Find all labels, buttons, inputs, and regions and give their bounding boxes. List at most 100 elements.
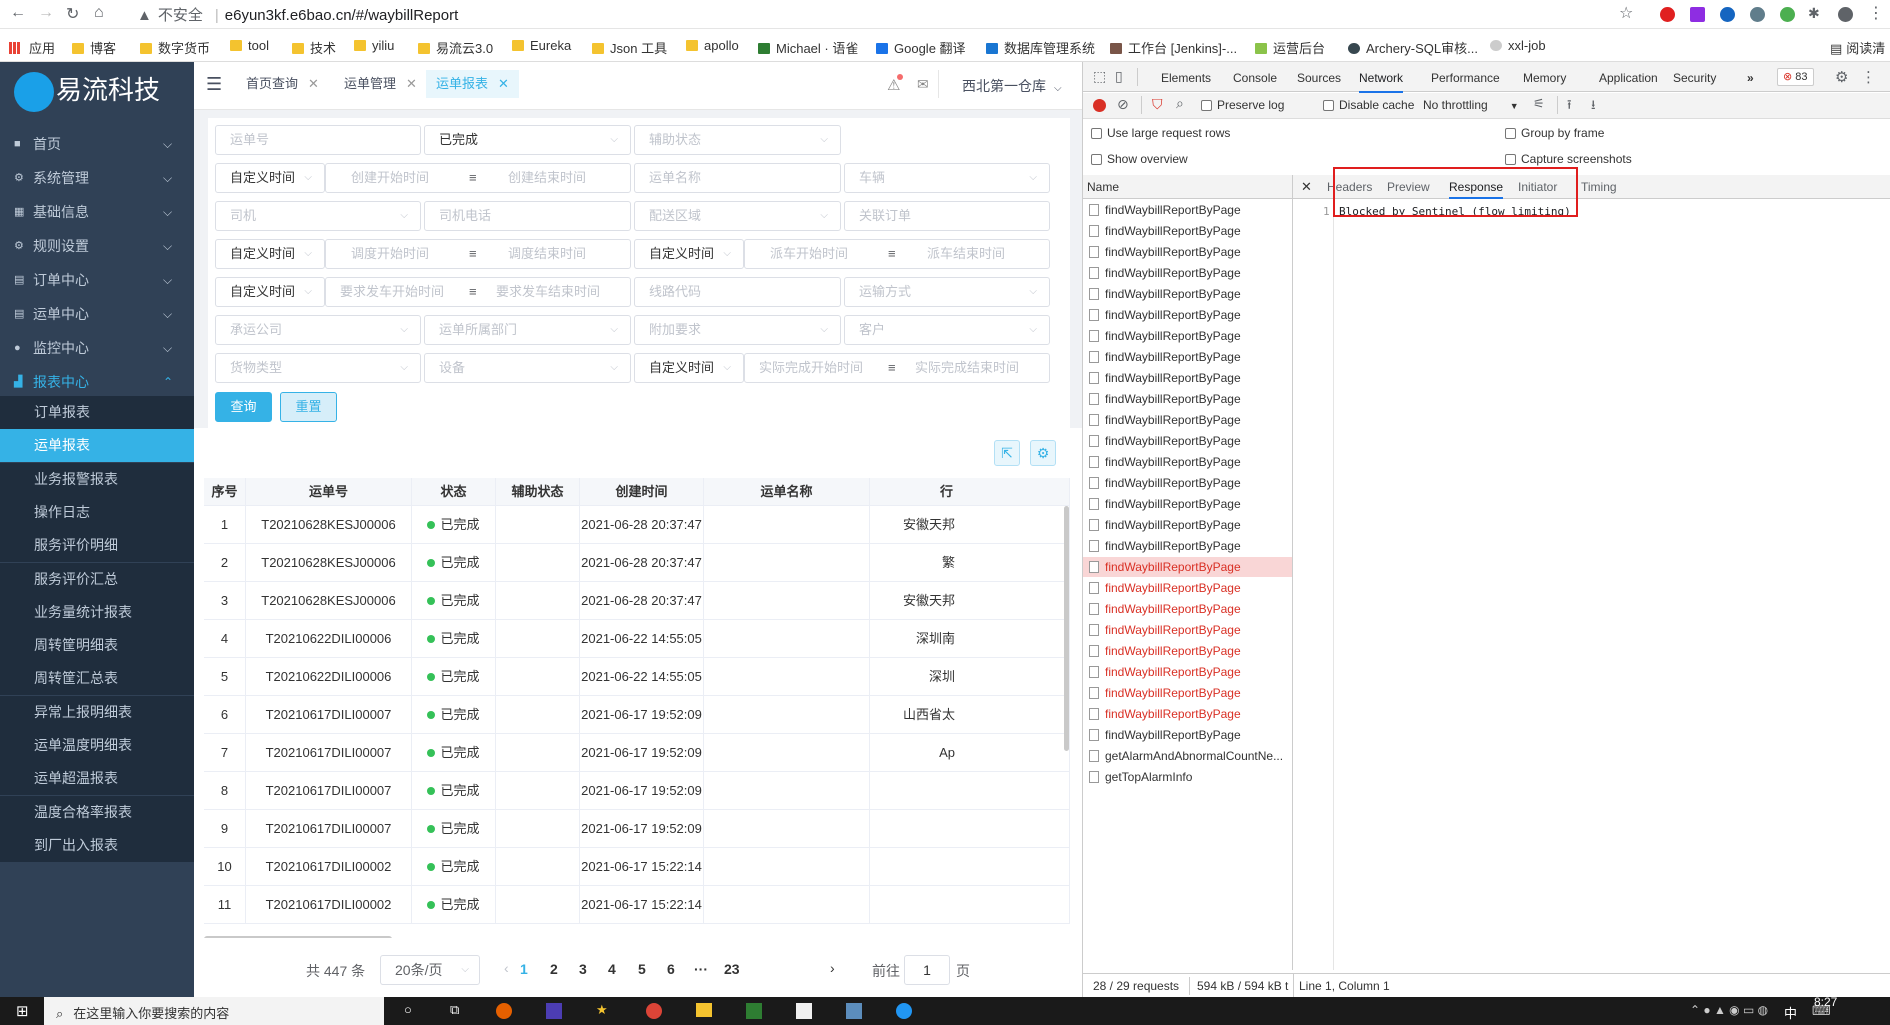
record-icon[interactable] xyxy=(1093,99,1106,112)
network-request-row[interactable]: findWaybillReportByPage xyxy=(1089,494,1241,514)
inspect-icon[interactable]: ⬚ xyxy=(1093,68,1106,85)
waybill-name-input[interactable]: 运单名称 xyxy=(634,163,841,193)
custom-time-select[interactable]: 自定义时间 ⌵ xyxy=(634,239,744,269)
file-explorer-icon[interactable] xyxy=(696,1003,712,1017)
tab-waybill-report[interactable]: 运单报表 ✕ xyxy=(426,70,519,98)
route-code-input[interactable]: 线路代码 xyxy=(634,277,841,307)
show-overview-checkbox[interactable]: Show overview xyxy=(1091,152,1188,166)
extra-req-select[interactable]: 附加要求 ⌵ xyxy=(634,315,841,345)
device-select[interactable]: 设备 ⌵ xyxy=(424,353,631,383)
page-number[interactable]: 23 xyxy=(724,961,740,977)
system-tray-icons[interactable]: ⌃ ● ▲ ◉ ▭ ◍ xyxy=(1690,1003,1768,1017)
network-request-row[interactable]: findWaybillReportByPage xyxy=(1089,599,1241,619)
table-row[interactable]: 7 T20210617DILI00007 已完成 2021-06-17 19:52:0… xyxy=(204,734,1070,772)
bookmark[interactable]: 博客 xyxy=(72,38,116,57)
custom-time-select[interactable]: 自定义时间 ⌵ xyxy=(215,239,325,269)
carrier-select[interactable]: 承运公司 ⌵ xyxy=(215,315,421,345)
table-row[interactable]: 9 T20210617DILI00007 已完成 2021-06-17 19:52:0… xyxy=(204,810,1070,848)
cortana-icon[interactable]: ○ xyxy=(404,1002,412,1017)
bookmark-reading-list[interactable]: ▤ 阅读清 xyxy=(1830,38,1885,57)
network-request-row[interactable]: findWaybillReportByPage xyxy=(1089,704,1241,724)
bookmark[interactable]: yiliu xyxy=(354,38,394,53)
address-bar[interactable]: ▲ 不安全 | e6yun3kf.e6bao.cn/#/waybillReport xyxy=(137,4,458,25)
bookmark[interactable]: 运营后台 xyxy=(1255,38,1325,57)
device-toolbar-icon[interactable]: ▯ xyxy=(1115,68,1123,85)
next-page-icon[interactable]: › xyxy=(830,960,835,976)
search-icon[interactable]: ⌕ xyxy=(1176,95,1184,112)
network-request-row[interactable]: getTopAlarmInfo xyxy=(1089,767,1192,787)
export-har-icon[interactable]: ⭳ xyxy=(1591,96,1596,118)
create-time-range[interactable]: 创建开始时间 ≡ 创建结束时间 xyxy=(325,163,631,193)
horizontal-scrollbar[interactable] xyxy=(204,936,392,938)
custom-time-select[interactable]: 自定义时间 ⌵ xyxy=(215,163,325,193)
dept-select[interactable]: 运单所属部门 ⌵ xyxy=(424,315,631,345)
back-icon[interactable]: ← xyxy=(10,4,26,22)
network-request-row[interactable]: getAlarmAndAbnormalCountNe... xyxy=(1089,746,1283,766)
network-request-row[interactable]: findWaybillReportByPage xyxy=(1089,515,1241,535)
network-request-row[interactable]: findWaybillReportByPage xyxy=(1089,683,1241,703)
bookmark[interactable]: Eureka xyxy=(512,38,571,53)
extension-icon[interactable] xyxy=(1750,7,1765,22)
page-number[interactable]: 6 xyxy=(667,961,675,977)
devtools-settings-gear-icon[interactable]: ⚙ xyxy=(1835,68,1848,86)
extension-icon[interactable] xyxy=(1660,7,1675,22)
sidebar-subitem[interactable]: 异常上报明细表 xyxy=(0,695,194,729)
mail-icon[interactable]: ✉ xyxy=(917,76,929,93)
network-request-row[interactable]: findWaybillReportByPage xyxy=(1089,347,1241,367)
reload-icon[interactable]: ↻ xyxy=(66,4,79,24)
network-conditions-icon[interactable]: ⚟ xyxy=(1533,96,1545,112)
network-request-row[interactable]: findWaybillReportByPage xyxy=(1089,452,1241,472)
import-har-icon[interactable]: ⭱ xyxy=(1567,96,1572,118)
chrome-icon[interactable] xyxy=(646,1003,662,1019)
network-request-row[interactable]: findWaybillReportByPage xyxy=(1089,662,1241,682)
dispatch-time-range[interactable]: 调度开始时间 ≡ 调度结束时间 xyxy=(325,239,631,269)
bookmark[interactable]: Json 工具 xyxy=(592,38,667,57)
aux-status-select[interactable]: 辅助状态 ⌵ xyxy=(634,125,841,155)
bookmark[interactable]: apollo xyxy=(686,38,739,53)
table-row[interactable]: 4 T20210622DILI00006 已完成 2021-06-22 14:55:0… xyxy=(204,620,1070,658)
column-header[interactable]: 创建时间 xyxy=(580,478,704,506)
devtools-tab[interactable]: Application xyxy=(1599,71,1658,85)
windows-start-icon[interactable]: ⊞ xyxy=(16,1002,29,1020)
table-row[interactable]: 6 T20210617DILI00007 已完成 2021-06-17 19:52:0… xyxy=(204,696,1070,734)
table-row[interactable]: 3 T20210628KESJ00006 已完成 2021-06-28 20:37:4… xyxy=(204,582,1070,620)
prev-page-icon[interactable]: ‹ xyxy=(504,960,509,976)
sidebar-subitem[interactable]: 运单温度明细表 xyxy=(0,729,194,762)
network-request-row[interactable]: findWaybillReportByPage xyxy=(1089,326,1241,346)
custom-time-select[interactable]: 自定义时间 ⌵ xyxy=(634,353,744,383)
firefox-icon[interactable] xyxy=(496,1003,512,1019)
page-size-select[interactable]: 20条/页 ⌵ xyxy=(380,955,480,985)
customer-select[interactable]: 客户 ⌵ xyxy=(844,315,1050,345)
ime-indicator[interactable]: 中 xyxy=(1784,1003,1797,1022)
goto-page-input[interactable]: 1 xyxy=(904,955,950,985)
tab-waybill-mgmt[interactable]: 运单管理 ✕ xyxy=(334,70,427,98)
sidebar-subitem[interactable]: 运单超温报表 xyxy=(0,762,194,796)
driver-select[interactable]: 司机 ⌵ xyxy=(215,201,421,231)
sidebar-subitem[interactable]: 服务评价明细 xyxy=(0,529,194,563)
page-number[interactable]: ··· xyxy=(694,961,708,977)
bookmark[interactable]: Michael · 语雀 xyxy=(758,38,858,57)
bookmark[interactable]: Archery-SQL审核... xyxy=(1348,38,1478,57)
bookmark[interactable]: tool xyxy=(230,38,269,53)
reset-button[interactable]: 重置 xyxy=(280,392,337,422)
network-request-row[interactable]: findWaybillReportByPage xyxy=(1089,263,1241,283)
bookmark[interactable]: 数据库管理系统 xyxy=(986,38,1095,57)
bookmark[interactable]: 技术 xyxy=(292,38,336,57)
network-request-row[interactable]: findWaybillReportByPage xyxy=(1089,536,1241,556)
network-request-row[interactable]: findWaybillReportByPage xyxy=(1089,410,1241,430)
home-icon[interactable]: ⌂ xyxy=(94,4,104,22)
required-depart-time-range[interactable]: 要求发车开始时间 ≡ 要求发车结束时间 xyxy=(325,277,631,307)
table-row[interactable]: 5 T20210622DILI00006 已完成 2021-06-22 14:55:0… xyxy=(204,658,1070,696)
throttling-select[interactable]: No throttling ▼ xyxy=(1423,98,1519,112)
sidebar-subitem[interactable]: 服务评价汇总 xyxy=(0,562,194,596)
error-counter[interactable]: ⊗ 83 xyxy=(1777,68,1814,86)
driver-phone-input[interactable]: 司机电话 xyxy=(424,201,631,231)
column-header[interactable]: 运单名称 xyxy=(704,478,870,506)
network-request-row[interactable]: findWaybillReportByPage xyxy=(1089,200,1241,220)
sidebar-subitem[interactable]: 周转筐明细表 xyxy=(0,629,194,663)
star-app-icon[interactable]: ★ xyxy=(596,1002,608,1018)
close-icon[interactable]: ✕ xyxy=(308,76,319,91)
network-request-row[interactable]: findWaybillReportByPage xyxy=(1089,620,1241,640)
depart-time-range[interactable]: 派车开始时间 ≡ 派车结束时间 xyxy=(744,239,1050,269)
network-request-row[interactable]: findWaybillReportByPage xyxy=(1089,578,1241,598)
